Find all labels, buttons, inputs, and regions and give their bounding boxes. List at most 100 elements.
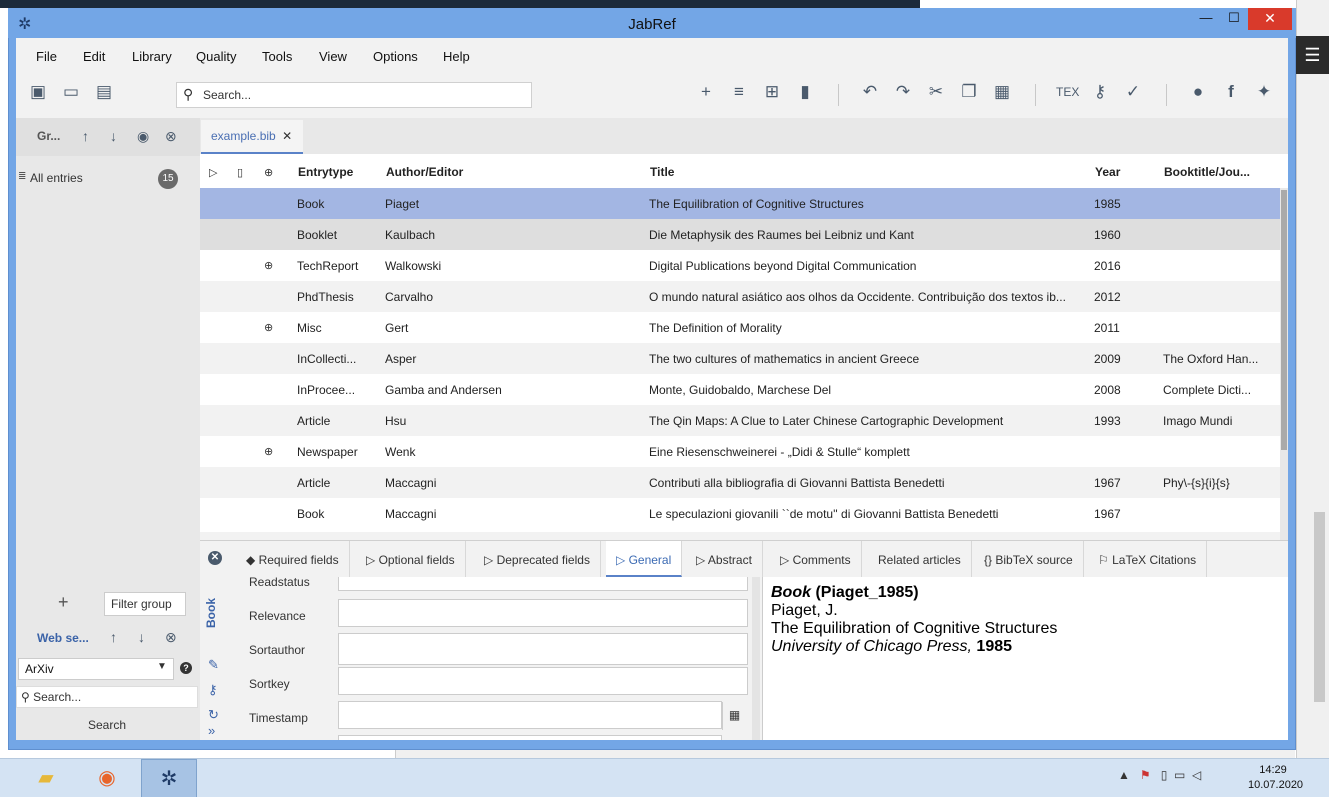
next-field[interactable]	[338, 735, 722, 740]
calendar-icon[interactable]: ▦	[722, 702, 746, 730]
tab-deprecated-fields[interactable]: ▷ Deprecated fields	[474, 541, 601, 577]
save-icon[interactable]: ▤	[93, 82, 115, 102]
twitter-icon[interactable]: ✦	[1253, 82, 1275, 102]
display-icon[interactable]: ▭	[1174, 768, 1185, 782]
facebook-icon[interactable]: f	[1220, 82, 1242, 102]
add-entry-from-id-icon[interactable]: ≡	[728, 82, 750, 102]
filter-groups-input[interactable]: Filter group	[104, 592, 186, 616]
new-entry-icon[interactable]: ⊞	[761, 82, 783, 102]
table-row[interactable]: InCollecti... Asper The two cultures of ma…	[200, 343, 1280, 374]
paste-icon[interactable]: ▦	[991, 82, 1013, 102]
global-search-box[interactable]: ⚲	[176, 82, 532, 108]
menu-tools[interactable]: Tools	[262, 49, 292, 64]
menu-options[interactable]: Options	[373, 49, 418, 64]
table-row[interactable]: Article Maccagni Contributi alla bibliogra…	[200, 467, 1280, 498]
relevance-field[interactable]	[338, 599, 748, 627]
chevron-down-icon[interactable]: ▼	[157, 661, 167, 672]
column-title[interactable]: Title	[650, 165, 674, 179]
linked-file-icon[interactable]: ▷	[209, 166, 217, 179]
close-window-button[interactable]: ✕	[1248, 8, 1292, 30]
web-search-input[interactable]: ⚲ Search...	[16, 686, 198, 708]
move-down-icon[interactable]: ↓	[138, 629, 145, 645]
table-scroll-thumb[interactable]	[1281, 190, 1287, 450]
timestamp-field[interactable]	[338, 701, 722, 729]
title-bar[interactable]: ✲ JabRef — ☐ ✕	[8, 8, 1296, 38]
open-library-icon[interactable]: ▭	[60, 82, 82, 102]
tab-general[interactable]: ▷ General	[606, 541, 683, 577]
globe-icon[interactable]: ⊕	[264, 445, 273, 458]
menu-quality[interactable]: Quality	[196, 49, 236, 64]
menu-view[interactable]: View	[319, 49, 347, 64]
cut-icon[interactable]: ✂	[925, 82, 947, 102]
menu-library[interactable]: Library	[132, 49, 172, 64]
delete-icon[interactable]: ▮	[794, 82, 816, 102]
column-author[interactable]: Author/Editor	[386, 165, 463, 179]
add-group-button[interactable]: +	[58, 592, 69, 613]
toggle-visibility-icon[interactable]: ◉	[137, 128, 149, 145]
tab-optional-fields[interactable]: ▷ Optional fields	[356, 541, 466, 577]
table-row[interactable]: Book Maccagni Le speculazioni giovanili ``…	[200, 498, 1280, 529]
readstatus-field[interactable]	[338, 577, 748, 591]
tab-bibtex-source[interactable]: {} BibTeX source	[974, 541, 1084, 577]
table-row[interactable]: ⊕ TechReport Walkowski Digital Publications…	[200, 250, 1280, 281]
menu-file[interactable]: File	[36, 49, 57, 64]
github-icon[interactable]: ●	[1187, 82, 1209, 102]
expand-icon[interactable]: »	[208, 723, 215, 738]
fields-scrollbar[interactable]	[752, 577, 760, 740]
file-explorer-icon[interactable]: ▰	[18, 759, 74, 797]
table-row[interactable]: ⊕ Newspaper Wenk Eine Riesenschweinerei - „…	[200, 436, 1280, 467]
tex-icon[interactable]: TEX	[1056, 85, 1079, 99]
table-row[interactable]: Book Piaget The Equilibration of Cognitive…	[200, 188, 1280, 219]
globe-icon[interactable]: ⊕	[264, 259, 273, 272]
global-search-input[interactable]	[203, 86, 523, 104]
column-entrytype[interactable]: Entrytype	[298, 165, 353, 179]
network-icon[interactable]: ⚑	[1140, 768, 1151, 782]
table-row[interactable]: PhdThesis Carvalho O mundo natural asiátic…	[200, 281, 1280, 312]
help-icon[interactable]: ?	[180, 662, 192, 674]
sortkey-field[interactable]	[338, 667, 748, 695]
background-scroll-thumb[interactable]	[1314, 512, 1325, 702]
close-panel-icon[interactable]: ⊗	[165, 629, 177, 646]
add-entry-icon[interactable]: +	[695, 82, 717, 102]
group-all-entries[interactable]: All entries	[30, 171, 83, 185]
move-down-icon[interactable]: ↓	[110, 128, 117, 144]
fetcher-select[interactable]: ArXiv	[18, 658, 174, 680]
globe-icon[interactable]: ⊕	[264, 166, 273, 179]
taskbar-clock[interactable]: 14:29 10.07.2020	[1248, 763, 1303, 793]
tab-required-fields[interactable]: ◆ Required fields	[236, 541, 350, 577]
table-row[interactable]: InProcee... Gamba and Andersen Monte, Guid…	[200, 374, 1280, 405]
close-panel-icon[interactable]: ⊗	[165, 128, 177, 145]
library-tab[interactable]: example.bib ✕	[201, 120, 303, 154]
copy-icon[interactable]: ❐	[958, 82, 980, 102]
volume-icon[interactable]: ◁	[1192, 768, 1201, 782]
battery-icon[interactable]: ▯	[1161, 768, 1168, 782]
file-icon[interactable]: ▯	[237, 166, 243, 179]
table-row[interactable]: ⊕ Misc Gert The Definition of Morality 2011	[200, 312, 1280, 343]
column-booktitle[interactable]: Booktitle/Jou...	[1164, 165, 1250, 179]
column-year[interactable]: Year	[1095, 165, 1120, 179]
move-up-icon[interactable]: ↑	[110, 629, 117, 645]
tab-related-articles[interactable]: Related articles	[868, 541, 972, 577]
redo-icon[interactable]: ↷	[892, 82, 914, 102]
key-icon[interactable]: ⚷	[1089, 82, 1111, 102]
sortauthor-field[interactable]	[338, 633, 748, 665]
cleanup-icon[interactable]: ✓	[1122, 82, 1144, 102]
close-tab-icon[interactable]: ✕	[282, 129, 292, 143]
close-editor-icon[interactable]: ✕	[208, 551, 222, 565]
move-up-icon[interactable]: ↑	[82, 128, 89, 144]
firefox-icon[interactable]: ◉	[79, 759, 135, 797]
menu-help[interactable]: Help	[443, 49, 470, 64]
web-search-button[interactable]: Search	[16, 714, 198, 736]
edit-icon[interactable]: ✎	[208, 657, 219, 673]
table-row[interactable]: Booklet Kaulbach Die Metaphysik des Raumes…	[200, 219, 1280, 250]
globe-icon[interactable]: ⊕	[264, 321, 273, 334]
minimize-button[interactable]: —	[1192, 8, 1220, 30]
table-row[interactable]: Article Hsu The Qin Maps: A Clue to Later …	[200, 405, 1280, 436]
jabref-taskbar-icon[interactable]: ✲	[141, 759, 197, 797]
tab-latex-citations[interactable]: ⚐ LaTeX Citations	[1088, 541, 1208, 577]
new-library-icon[interactable]: ▣	[27, 82, 49, 102]
maximize-button[interactable]: ☐	[1220, 8, 1248, 30]
menu-edit[interactable]: Edit	[83, 49, 105, 64]
tab-comments[interactable]: ▷ Comments	[770, 541, 862, 577]
chevron-up-icon[interactable]: ▲	[1118, 768, 1130, 782]
